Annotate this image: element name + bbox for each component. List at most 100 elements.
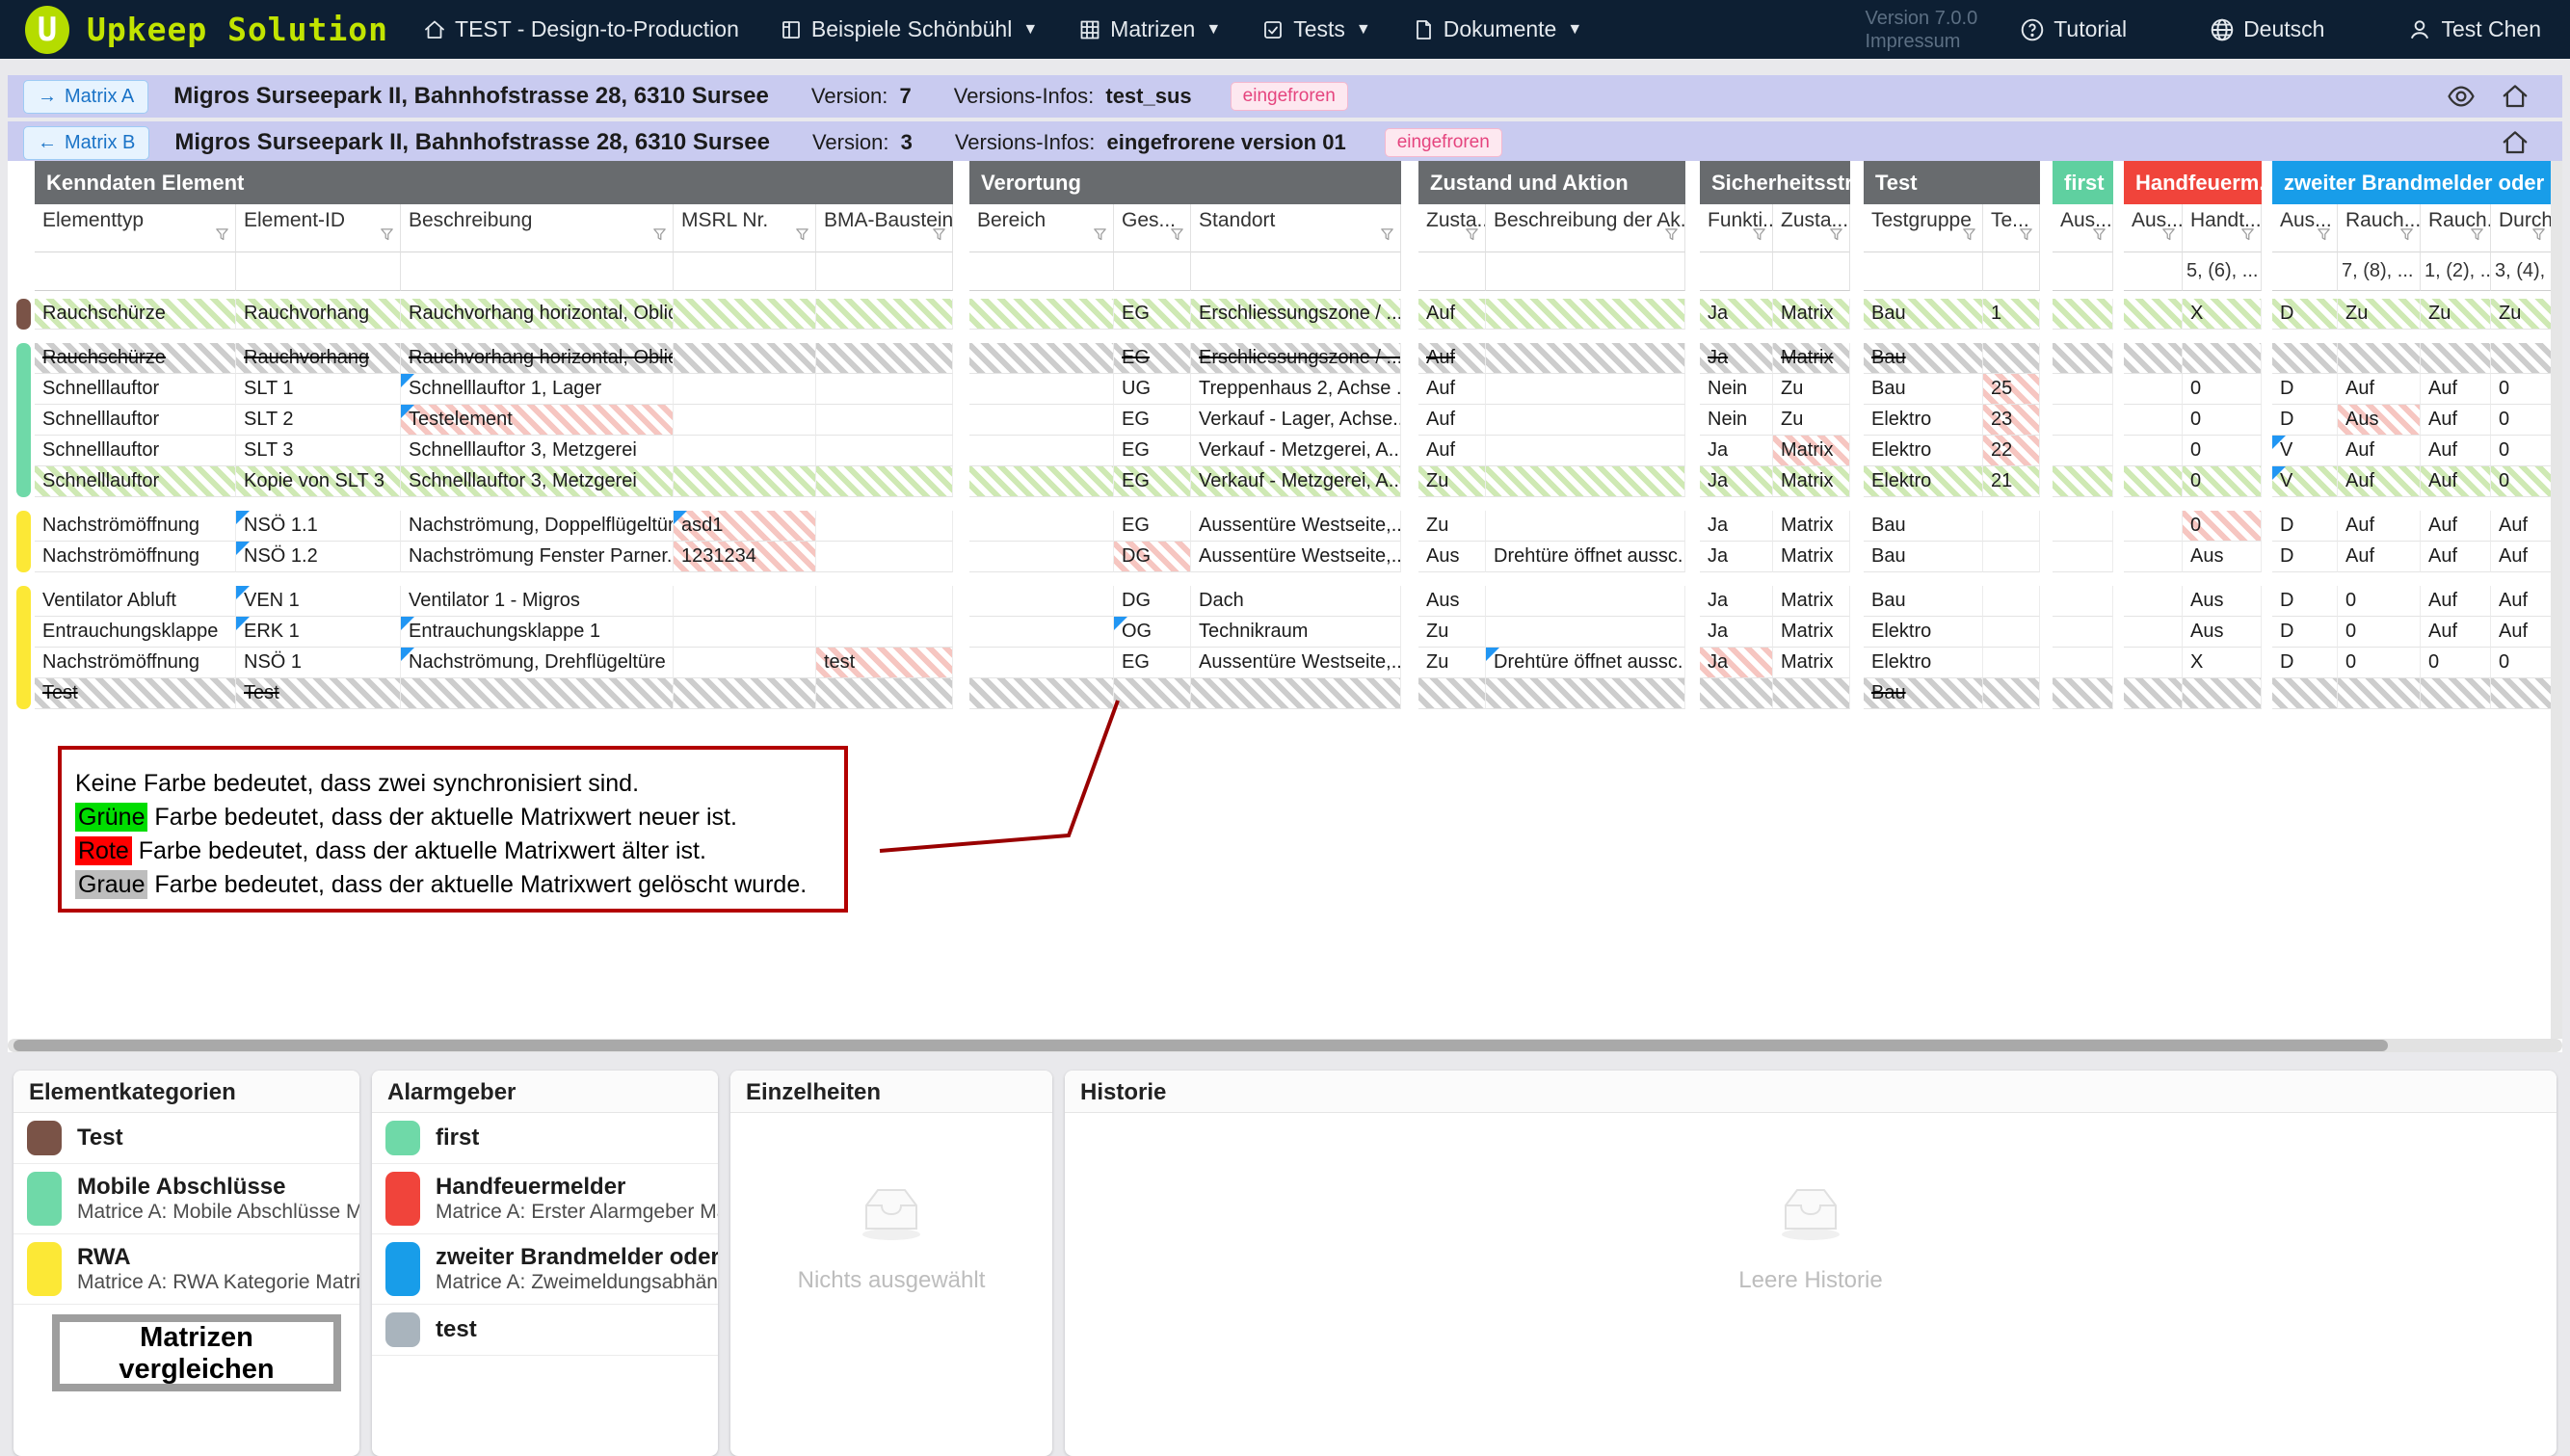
cell-te[interactable] — [1983, 617, 2040, 648]
cell-msrl[interactable] — [674, 436, 816, 466]
filter-value-beschr_aktion[interactable] — [1486, 252, 1685, 291]
cell-zw_aus[interactable]: V — [2272, 466, 2338, 497]
cell-ges[interactable]: EG — [1114, 511, 1191, 542]
table-row[interactable]: NachströmöffnungNSÖ 1Nachströmung, Drehf… — [13, 648, 2553, 678]
cell-hfm_aus[interactable] — [2124, 374, 2183, 405]
cell-msrl[interactable] — [674, 617, 816, 648]
cell-msrl[interactable] — [674, 343, 816, 374]
cell-zw_rauch1[interactable]: Aus — [2338, 405, 2421, 436]
cell-zw_rauch1[interactable]: Auf — [2338, 466, 2421, 497]
filter-value-zustand2[interactable] — [1773, 252, 1850, 291]
cell-first_aus[interactable] — [2053, 617, 2113, 648]
cell-bma[interactable] — [816, 374, 953, 405]
cell-hfm_aus[interactable] — [2124, 678, 2183, 709]
filter-value-bereich[interactable] — [969, 252, 1114, 291]
cell-hfm_aus[interactable] — [2124, 299, 2183, 330]
column-header-zustand2[interactable]: Zusta... — [1773, 204, 1850, 252]
cell-zw_rauch1[interactable] — [2338, 678, 2421, 709]
matrizen-vergleichen-button[interactable]: Matrizen vergleichen — [52, 1314, 341, 1391]
cell-ges[interactable]: EG — [1114, 405, 1191, 436]
cell-elementtyp[interactable]: Rauchschürze — [35, 299, 236, 330]
cell-ges[interactable]: EG — [1114, 343, 1191, 374]
group-header-2[interactable]: Zustand und Aktion — [1418, 161, 1685, 204]
filter-value-msrl[interactable] — [674, 252, 816, 291]
cell-bereich[interactable] — [969, 374, 1114, 405]
column-header-bma[interactable]: BMA-Baustein — [816, 204, 953, 252]
cell-element_id[interactable]: SLT 2 — [236, 405, 401, 436]
menu-item-3[interactable]: Matrizen▼ — [1078, 16, 1221, 42]
cell-bereich[interactable] — [969, 466, 1114, 497]
cell-elementtyp[interactable]: Nachströmöffnung — [35, 511, 236, 542]
cell-hfm_handt[interactable]: Aus — [2183, 542, 2262, 572]
cell-hfm_handt[interactable]: 0 — [2183, 374, 2262, 405]
cell-zw_durch[interactable]: 0 — [2491, 405, 2553, 436]
table-row[interactable]: SchnelllauftorSLT 2TestelementEGVerkauf … — [13, 405, 2553, 436]
cell-element_id[interactable]: Kopie von SLT 3 — [236, 466, 401, 497]
cell-ges[interactable]: OG — [1114, 617, 1191, 648]
cell-zustand2[interactable]: Matrix — [1773, 617, 1850, 648]
cell-standort[interactable]: Aussentüre Westseite,... — [1191, 648, 1401, 678]
cell-first_aus[interactable] — [2053, 648, 2113, 678]
cell-first_aus[interactable] — [2053, 678, 2113, 709]
cell-bereich[interactable] — [969, 436, 1114, 466]
cell-testgruppe[interactable]: Elektro — [1864, 648, 1983, 678]
alarmgeber-item-2[interactable]: HandfeuermelderMatrice A: Erster Alarmge… — [372, 1164, 718, 1234]
cell-beschr_aktion[interactable] — [1486, 466, 1685, 497]
cell-hfm_handt[interactable] — [2183, 343, 2262, 374]
cell-beschreibung[interactable]: Nachströmung, Drehflügeltüre — [401, 648, 674, 678]
cell-standort[interactable]: Verkauf - Lager, Achse... — [1191, 405, 1401, 436]
column-header-zustand[interactable]: Zusta... — [1418, 204, 1486, 252]
table-row[interactable]: EntrauchungsklappeERK 1Entrauchungsklapp… — [13, 617, 2553, 648]
cell-elementtyp[interactable]: Ventilator Abluft — [35, 586, 236, 617]
cell-zustand[interactable]: Auf — [1418, 405, 1486, 436]
cell-zw_rauch1[interactable]: Zu — [2338, 299, 2421, 330]
group-header-5[interactable]: first — [2053, 161, 2113, 204]
cell-elementtyp[interactable]: Entrauchungsklappe — [35, 617, 236, 648]
filter-icon[interactable] — [2530, 225, 2547, 249]
column-header-ges[interactable]: Ges... — [1114, 204, 1191, 252]
cell-beschr_aktion[interactable] — [1486, 678, 1685, 709]
cell-first_aus[interactable] — [2053, 405, 2113, 436]
cell-zw_rauch1[interactable]: Auf — [2338, 511, 2421, 542]
cell-zustand2[interactable]: Matrix — [1773, 586, 1850, 617]
cell-zustand2[interactable] — [1773, 678, 1850, 709]
cell-te[interactable]: 25 — [1983, 374, 2040, 405]
cell-testgruppe[interactable]: Bau — [1864, 586, 1983, 617]
cell-element_id[interactable]: Rauchvorhang — [236, 299, 401, 330]
cell-testgruppe[interactable]: Bau — [1864, 678, 1983, 709]
cell-bma[interactable] — [816, 542, 953, 572]
filter-icon[interactable] — [1092, 225, 1108, 249]
cell-zustand[interactable]: Auf — [1418, 299, 1486, 330]
cell-zustand2[interactable]: Matrix — [1773, 299, 1850, 330]
cell-hfm_handt[interactable]: X — [2183, 299, 2262, 330]
filter-value-zw_aus[interactable] — [2272, 252, 2338, 291]
cell-te[interactable]: 23 — [1983, 405, 2040, 436]
filter-value-standort[interactable] — [1191, 252, 1401, 291]
cell-zw_rauch2[interactable]: 0 — [2421, 648, 2491, 678]
cell-hfm_aus[interactable] — [2124, 586, 2183, 617]
cell-funktion[interactable]: Ja — [1700, 436, 1773, 466]
cell-zw_aus[interactable] — [2272, 678, 2338, 709]
cell-hfm_aus[interactable] — [2124, 511, 2183, 542]
cell-zw_durch[interactable]: Auf — [2491, 617, 2553, 648]
table-row[interactable]: SchnelllauftorKopie von SLT 3Schnelllauf… — [13, 466, 2553, 497]
cell-zw_durch[interactable]: Auf — [2491, 511, 2553, 542]
cell-standort[interactable]: Dach — [1191, 586, 1401, 617]
cell-te[interactable]: 21 — [1983, 466, 2040, 497]
table-row[interactable]: Ventilator AbluftVEN 1Ventilator 1 - Mig… — [13, 586, 2553, 617]
cell-zustand[interactable]: Auf — [1418, 343, 1486, 374]
column-header-te[interactable]: Te... — [1983, 204, 2040, 252]
cell-ges[interactable]: EG — [1114, 436, 1191, 466]
cell-funktion[interactable]: Ja — [1700, 343, 1773, 374]
table-row[interactable]: TestTestBau — [13, 678, 2553, 709]
cell-beschr_aktion[interactable]: Drehtüre öffnet aussc... — [1486, 542, 1685, 572]
elementkategorie-item-1[interactable]: Test — [13, 1113, 359, 1164]
cell-hfm_aus[interactable] — [2124, 405, 2183, 436]
cell-testgruppe[interactable]: Elektro — [1864, 466, 1983, 497]
group-header-3[interactable]: Sicherheitsstro... — [1700, 161, 1850, 204]
cell-testgruppe[interactable]: Bau — [1864, 374, 1983, 405]
cell-bereich[interactable] — [969, 542, 1114, 572]
cell-zw_aus[interactable] — [2272, 343, 2338, 374]
cell-element_id[interactable]: NSÖ 1.1 — [236, 511, 401, 542]
tutorial-button[interactable]: Tutorial — [2020, 16, 2127, 42]
